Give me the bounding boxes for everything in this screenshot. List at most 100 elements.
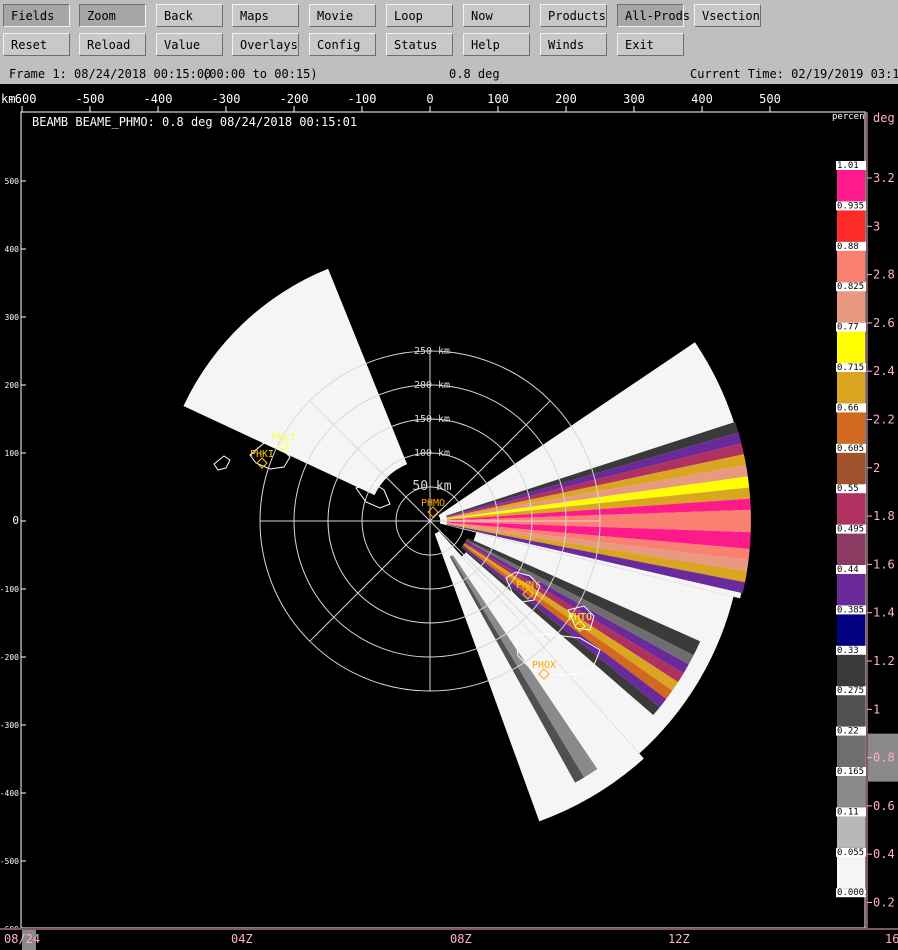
color-scale: percent 1.01 0.935 0.88 0.825 0.77 0.715 0.66 0.…: [832, 112, 870, 898]
x-tick-label: 200: [555, 92, 577, 106]
y-tick-label: 100: [5, 449, 20, 458]
station-label: PHLI: [272, 432, 296, 443]
elevation-label[interactable]: 3.2: [873, 171, 895, 185]
y-tick-label: -100: [0, 585, 19, 594]
x-tick-label: -500: [76, 92, 105, 106]
elevation-label[interactable]: 1.6: [873, 557, 895, 571]
maps-button[interactable]: Maps: [232, 4, 299, 27]
scale-label: 0.66: [837, 403, 859, 413]
y-tick-label: 400: [5, 245, 20, 254]
km-unit: km: [1, 92, 15, 106]
station-label: PHNY: [516, 580, 540, 591]
elevation-label[interactable]: 2.8: [873, 268, 895, 282]
timeline-label: 08/24: [4, 932, 40, 946]
current-time: Current Time: 02/19/2019 03:10:24: [690, 67, 898, 81]
scale-label: 0.33: [837, 646, 859, 656]
scale-swatch: [837, 371, 865, 404]
fields-button[interactable]: Fields: [3, 4, 70, 27]
timeline-label: 12Z: [668, 932, 690, 946]
radar-display[interactable]: 50 km100 km150 km200 km250 km PHMOPHKIPH…: [0, 84, 898, 950]
timeline-label: 16: [885, 932, 898, 946]
elevation-label[interactable]: 1.2: [873, 654, 895, 668]
scale-swatch: [837, 290, 865, 323]
elevation-label[interactable]: 2.6: [873, 316, 895, 330]
scale-label: 0.0001: [837, 888, 870, 898]
scale-label: 0.055: [837, 848, 864, 858]
scale-swatch: [837, 694, 865, 727]
x-tick-label: 100: [487, 92, 509, 106]
timeline-label: 04Z: [231, 932, 253, 946]
exit-button[interactable]: Exit: [617, 33, 684, 56]
back-button[interactable]: Back: [156, 4, 223, 27]
ring-label: 150 km: [414, 414, 450, 425]
station-label: PHKI: [250, 449, 274, 460]
reload-button[interactable]: Reload: [79, 33, 146, 56]
ring-label: 50 km: [412, 479, 451, 494]
scale-label: 0.825: [837, 282, 864, 292]
x-tick-label: -400: [144, 92, 173, 106]
vsection-button[interactable]: Vsection: [694, 4, 761, 27]
y-tick-label: -400: [0, 789, 19, 798]
x-tick-label: 400: [691, 92, 713, 106]
elevation-scale[interactable]: deg 3.2 3 2.8 2.6 2.4 2.2 2 1.8 1.6 1.4 1.2 1 0.8 0.6 0…: [866, 111, 898, 928]
y-tick-label: 300: [5, 313, 20, 322]
scale-label: 0.44: [837, 565, 859, 575]
zoom-button[interactable]: Zoom: [79, 4, 146, 27]
config-button[interactable]: Config: [309, 33, 376, 56]
scale-swatch: [837, 815, 865, 848]
scale-unit: percent: [832, 112, 870, 122]
x-tick-label: -300: [212, 92, 241, 106]
elevation-label: 0.8 deg: [449, 67, 500, 81]
scale-swatch: [837, 330, 865, 363]
plot-title: BEAMB BEAME_PHMO: 0.8 deg 08/24/2018 00:…: [32, 115, 357, 129]
elevation-label[interactable]: 2: [873, 461, 880, 475]
scale-label: 0.22: [837, 727, 859, 737]
y-tick-label: 0: [12, 514, 19, 527]
status-button[interactable]: Status: [386, 33, 453, 56]
overlays-button[interactable]: Overlays: [232, 33, 299, 56]
scale-label: 0.605: [837, 444, 864, 454]
scale-label: 0.55: [837, 484, 859, 494]
elevation-label[interactable]: 0.6: [873, 799, 895, 813]
elevation-label[interactable]: 0.4: [873, 847, 895, 861]
timeline-bg: [0, 928, 898, 950]
scale-swatch: [837, 653, 865, 687]
scale-label: 0.88: [837, 242, 859, 252]
winds-button[interactable]: Winds: [540, 33, 607, 56]
elevation-label[interactable]: 1.4: [873, 606, 895, 620]
y-tick-label: -300: [0, 721, 19, 730]
now-button[interactable]: Now: [463, 4, 530, 27]
scale-label: 1.01: [837, 161, 859, 171]
loop-button[interactable]: Loop: [386, 4, 453, 27]
scale-swatch: [837, 249, 865, 283]
station-label: PHMO: [421, 498, 445, 509]
elevation-label[interactable]: 0.8: [873, 751, 895, 765]
all-prods-button[interactable]: All-Prods: [617, 4, 690, 27]
scale-label: 0.165: [837, 767, 864, 777]
value-button[interactable]: Value: [156, 33, 223, 56]
scale-label: 0.385: [837, 605, 864, 615]
ring-label: 100 km: [414, 448, 450, 459]
x-tick-label: -200: [280, 92, 309, 106]
elevation-label[interactable]: 3: [873, 219, 880, 233]
scale-label: 0.275: [837, 686, 864, 696]
scale-swatch: [837, 855, 865, 889]
reset-button[interactable]: Reset: [3, 33, 70, 56]
elevation-unit: deg: [873, 111, 895, 125]
elevation-label[interactable]: 2.4: [873, 364, 895, 378]
products-button[interactable]: Products: [540, 4, 607, 27]
scale-swatch: [837, 734, 865, 767]
y-tick-label: 200: [5, 381, 20, 390]
help-button[interactable]: Help: [463, 33, 530, 56]
elevation-label[interactable]: 1: [873, 702, 880, 716]
movie-button[interactable]: Movie: [309, 4, 376, 27]
x-tick-label: 0: [426, 92, 433, 106]
scale-label: 0.715: [837, 363, 864, 373]
scale-label: 0.495: [837, 525, 864, 535]
elevation-label[interactable]: 2.2: [873, 413, 895, 427]
frame-info: Frame 1: 08/24/2018 00:15:00: [9, 67, 212, 81]
elevation-label[interactable]: 1.8: [873, 509, 895, 523]
timeline-bar[interactable]: 08/24 04Z 08Z 12Z 16: [0, 928, 898, 950]
elevation-label[interactable]: 0.2: [873, 896, 895, 910]
x-tick-label: 500: [759, 92, 781, 106]
